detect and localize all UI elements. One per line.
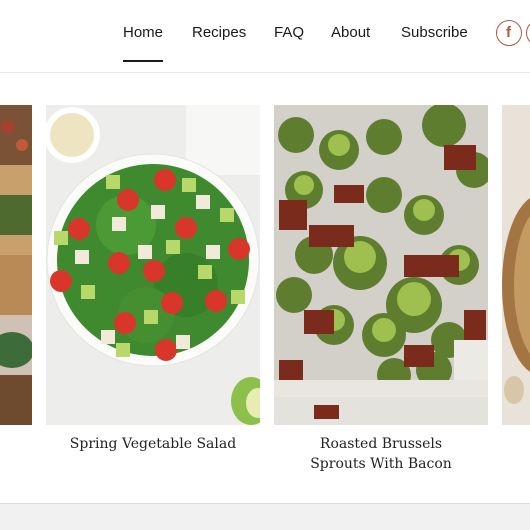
recipe-card-image-right[interactable] [502, 105, 530, 425]
nav-recipes[interactable]: Recipes [192, 24, 246, 41]
nav-faq[interactable]: FAQ [274, 24, 304, 41]
facebook-icon[interactable]: f [496, 20, 522, 46]
active-nav-indicator [123, 60, 163, 62]
recipe-card-image-salad[interactable] [46, 105, 260, 425]
site-header: Home Recipes FAQ About Subscribe f [0, 0, 530, 73]
nav-subscribe[interactable]: Subscribe [401, 24, 468, 41]
recipe-card-image-left[interactable] [0, 105, 32, 425]
footer-bar [0, 504, 530, 530]
social-icon[interactable] [526, 20, 530, 46]
recipe-title-salad[interactable]: Spring Vegetable Salad [46, 434, 260, 454]
facebook-glyph: f [506, 24, 511, 41]
nav-about[interactable]: About [331, 24, 370, 41]
recipe-title-brussels-sprouts[interactable]: Roasted Brussels Sprouts With Bacon [274, 434, 488, 474]
nav-home[interactable]: Home [123, 24, 163, 41]
recipe-card-image-brussels-sprouts[interactable] [274, 105, 488, 425]
